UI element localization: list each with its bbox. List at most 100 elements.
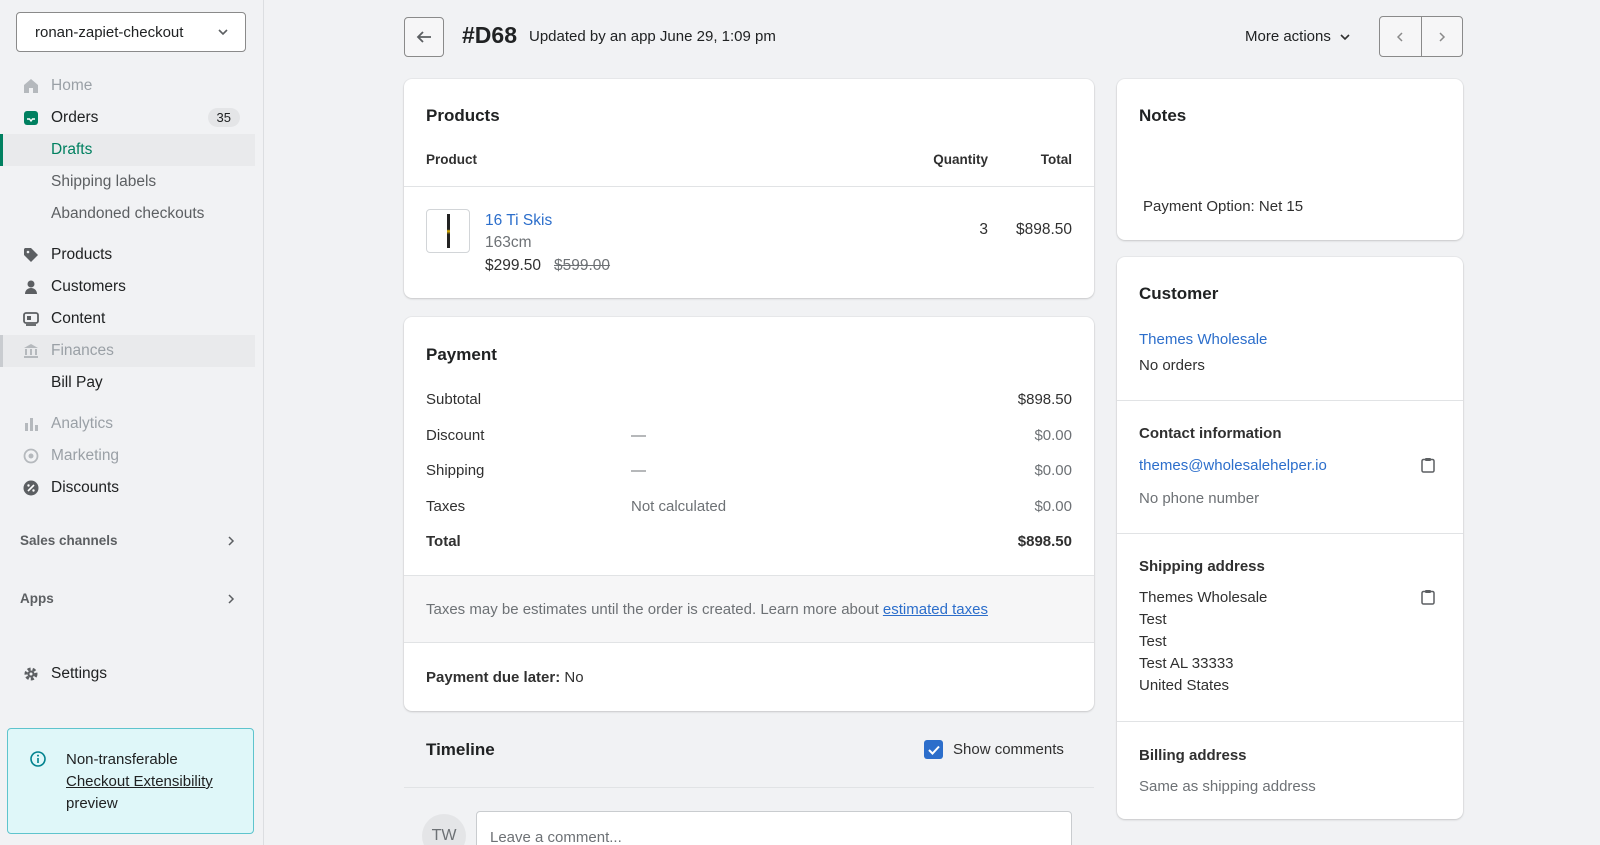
payment-due-later: Payment due later: No xyxy=(426,669,584,686)
customer-email-link[interactable]: themes@wholesalehelper.io xyxy=(1139,457,1327,474)
customer-orders: No orders xyxy=(1139,357,1205,374)
nav-finances[interactable]: Finances xyxy=(0,335,255,367)
billing-address-text: Same as shipping address xyxy=(1139,778,1316,795)
product-link[interactable]: 16 Ti Skis xyxy=(485,212,552,230)
target-icon xyxy=(23,448,39,464)
gear-icon xyxy=(24,667,38,681)
products-title: Products xyxy=(426,106,500,125)
main-nav: Home Orders 35 Drafts Shipping labels Ab… xyxy=(0,70,264,504)
nav-abandoned-label: Abandoned checkouts xyxy=(51,205,205,222)
subtotal-label: Subtotal xyxy=(426,391,482,408)
payment-due-value: No xyxy=(560,669,584,686)
show-comments-label[interactable]: Show comments xyxy=(953,741,1064,758)
notes-title: Notes xyxy=(1139,106,1187,125)
shipping-line: Test xyxy=(1139,633,1167,650)
total-label: Total xyxy=(426,533,461,550)
tag-icon xyxy=(24,248,38,262)
nav-bill-pay[interactable]: Bill Pay xyxy=(0,367,264,399)
chevron-right-icon xyxy=(1439,31,1445,42)
info-icon xyxy=(30,751,46,767)
comment-input[interactable]: Leave a comment... xyxy=(476,811,1072,845)
nav-finances-label: Finances xyxy=(51,342,114,359)
tax-note-text: Taxes may be estimates until the order i… xyxy=(426,601,883,618)
product-quantity: 3 xyxy=(979,221,988,238)
taxes-detail: Not calculated xyxy=(631,498,727,515)
apps-header[interactable]: Apps xyxy=(20,591,240,606)
chevron-left-icon xyxy=(1397,31,1403,42)
chevron-down-icon xyxy=(218,29,228,36)
col-total: Total xyxy=(1040,152,1072,167)
nav-settings-label: Settings xyxy=(51,665,108,682)
nav-products[interactable]: Products xyxy=(0,239,264,271)
timeline-divider xyxy=(404,787,1094,788)
nav-drafts-label: Drafts xyxy=(51,141,93,158)
tax-note: Taxes may be estimates until the order i… xyxy=(404,575,1094,643)
nav-home-label: Home xyxy=(51,77,93,94)
checkmark-icon xyxy=(927,745,940,755)
contact-title: Contact information xyxy=(1139,425,1282,442)
store-selector[interactable]: ronan-zapiet-checkout xyxy=(16,12,246,52)
order-updated-meta: Updated by an app June 29, 1:09 pm xyxy=(529,28,776,45)
nav-analytics-label: Analytics xyxy=(51,415,114,432)
sidebar: ronan-zapiet-checkout Home Orders 35 Dra… xyxy=(0,0,264,845)
avatar: TW xyxy=(422,814,466,845)
next-button[interactable] xyxy=(1422,17,1463,56)
previous-button[interactable] xyxy=(1380,17,1422,56)
taxes-label: Taxes xyxy=(426,498,466,515)
customer-name-link[interactable]: Themes Wholesale xyxy=(1139,331,1267,348)
nav-settings[interactable]: Settings xyxy=(0,658,264,690)
apps-label: Apps xyxy=(20,591,54,606)
nav-home[interactable]: Home xyxy=(0,70,264,102)
products-card: Products Product Quantity Total 16 Ti Sk… xyxy=(404,79,1094,298)
nav-orders[interactable]: Orders 35 xyxy=(0,102,264,134)
nav-customers[interactable]: Customers xyxy=(0,271,264,303)
person-icon xyxy=(25,280,37,294)
arrow-left-icon xyxy=(416,31,431,43)
customer-title: Customer xyxy=(1139,284,1219,303)
shipping-address-title: Shipping address xyxy=(1139,558,1265,575)
col-product: Product xyxy=(426,152,478,167)
shipping-line: Themes Wholesale xyxy=(1139,589,1268,606)
back-button[interactable] xyxy=(404,17,444,57)
estimated-taxes-link[interactable]: estimated taxes xyxy=(883,601,988,618)
orders-icon xyxy=(24,111,38,125)
nav-bill-pay-label: Bill Pay xyxy=(51,374,103,391)
product-total: $898.50 xyxy=(1015,221,1072,238)
nav-analytics[interactable]: Analytics xyxy=(0,408,264,440)
extensibility-banner: Non-transferable Checkout Extensibility … xyxy=(7,728,254,834)
nav-discounts-label: Discounts xyxy=(51,479,120,496)
show-comments-checkbox[interactable] xyxy=(924,740,943,759)
nav-shipping-labels-label: Shipping labels xyxy=(51,173,157,190)
nav-marketing[interactable]: Marketing xyxy=(0,440,264,472)
nav-content[interactable]: Content xyxy=(0,303,264,335)
product-thumbnail[interactable] xyxy=(426,209,470,253)
nav-abandoned-checkouts[interactable]: Abandoned checkouts xyxy=(0,198,264,230)
nav-marketing-label: Marketing xyxy=(51,447,120,464)
nav-discounts[interactable]: Discounts xyxy=(0,472,264,504)
home-icon xyxy=(24,79,38,93)
sales-channels-label: Sales channels xyxy=(20,533,118,548)
banner-text: Non-transferable xyxy=(66,751,178,768)
nav-shipping-labels[interactable]: Shipping labels xyxy=(0,166,264,198)
shipping-label: Shipping xyxy=(426,462,485,479)
product-compare-price: $599.00 xyxy=(554,257,611,274)
payment-title: Payment xyxy=(426,345,497,364)
sales-channels-header[interactable]: Sales channels xyxy=(20,533,240,548)
banner-text-2: preview xyxy=(66,795,118,812)
notes-card: Notes Payment Option: Net 15 xyxy=(1117,79,1463,240)
notes-text: Payment Option: Net 15 xyxy=(1143,198,1304,215)
shipping-line: Test xyxy=(1139,611,1167,628)
clipboard-icon[interactable] xyxy=(1421,457,1435,473)
store-name: ronan-zapiet-checkout xyxy=(35,23,184,41)
chevron-down-icon xyxy=(1340,33,1350,40)
more-actions-button[interactable]: More actions xyxy=(1245,28,1351,45)
banner-link[interactable]: Checkout Extensibility xyxy=(66,773,213,790)
clipboard-icon[interactable] xyxy=(1421,589,1435,605)
shipping-amount: $0.00 xyxy=(1034,462,1072,479)
taxes-amount: $0.00 xyxy=(1034,498,1072,515)
nav-drafts[interactable]: Drafts xyxy=(0,134,255,166)
col-quantity: Quantity xyxy=(933,152,988,167)
more-actions-label: More actions xyxy=(1245,28,1331,45)
payment-due-label: Payment due later: xyxy=(426,669,561,686)
product-variant: 163cm xyxy=(485,234,532,251)
